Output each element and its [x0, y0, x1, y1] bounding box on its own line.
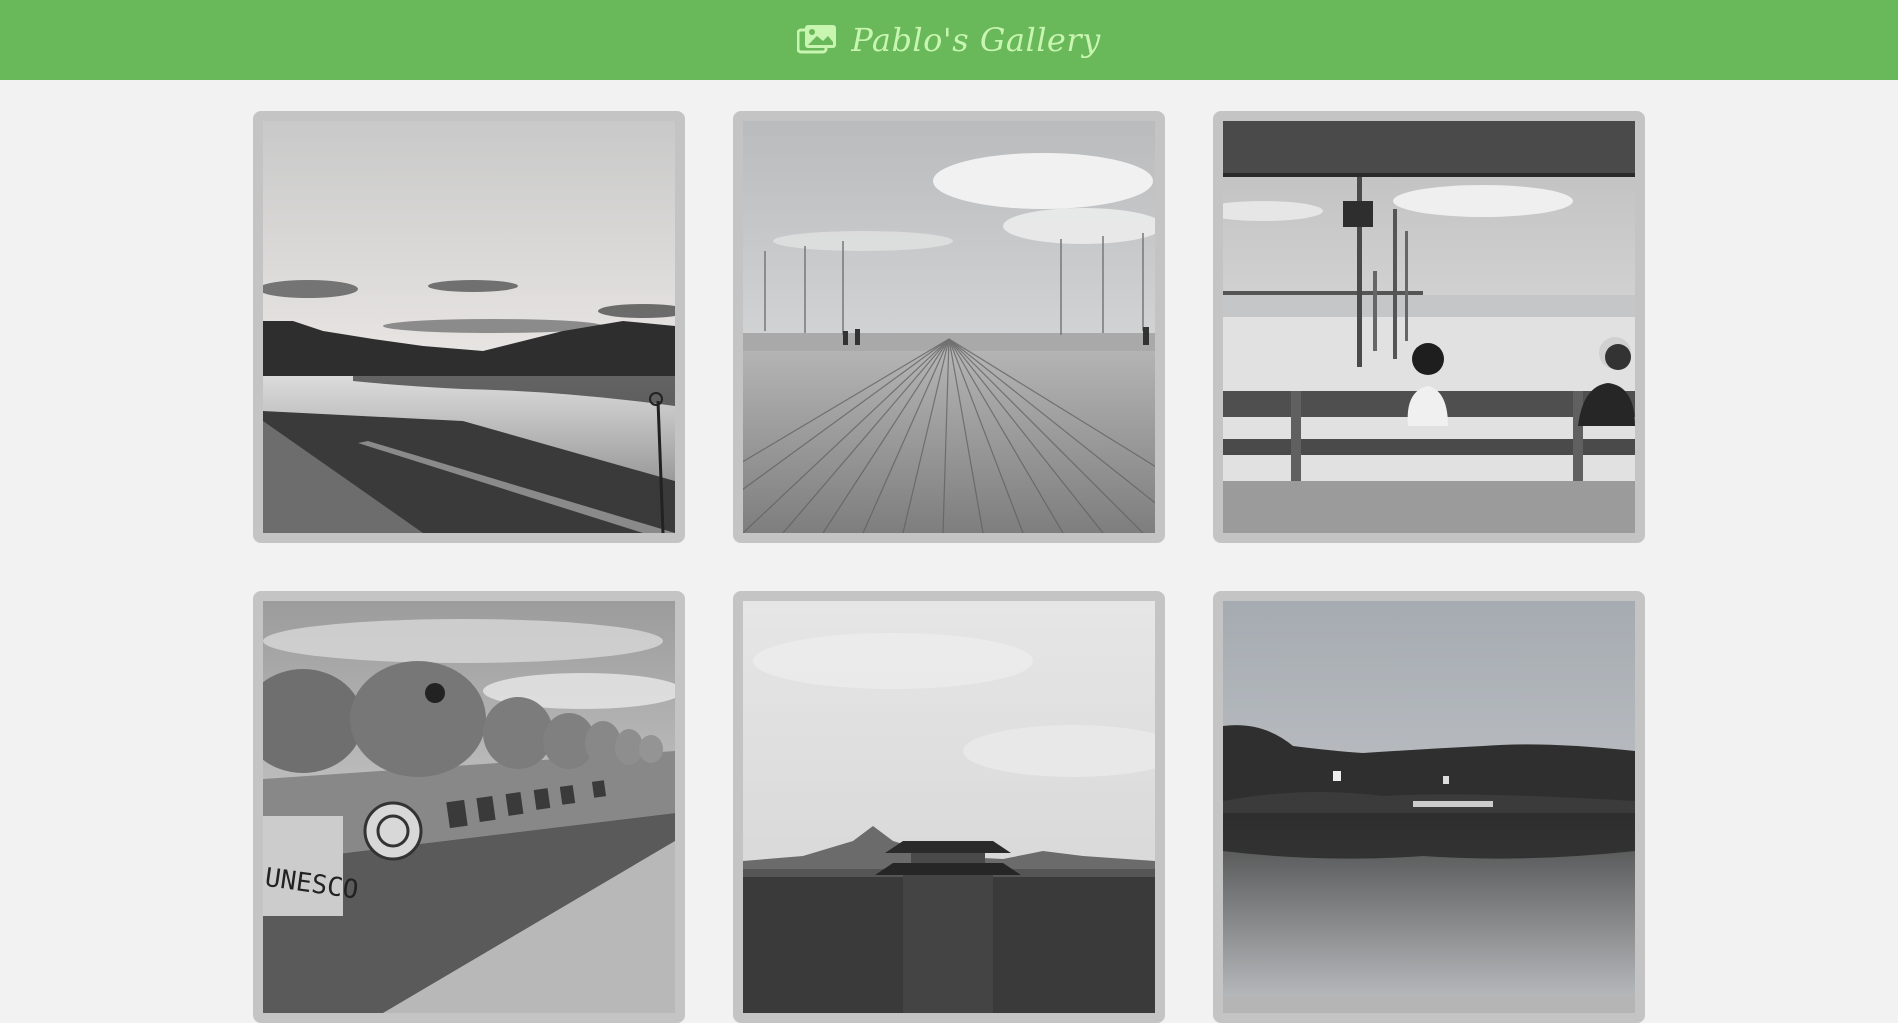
stone-monument-photo: UNESCO: [263, 601, 675, 1013]
page-title: Pablo's Gallery: [851, 21, 1101, 59]
gallery-card[interactable]: [733, 591, 1165, 1023]
wooden-pier-photo: [743, 121, 1155, 533]
brand-link[interactable]: Pablo's Gallery: [797, 21, 1100, 59]
top-bar: Pablo's Gallery: [0, 0, 1898, 80]
images-icon: [797, 25, 837, 54]
gallery-card[interactable]: [1213, 111, 1645, 543]
beach-bench-photo: [1223, 121, 1635, 533]
lake-hills-photo: [1223, 601, 1635, 1013]
gallery-card[interactable]: [1213, 591, 1645, 1023]
gallery-card[interactable]: [253, 111, 685, 543]
river-sunset-photo: [263, 121, 675, 533]
gallery-grid: UNESCO: [253, 111, 1645, 1023]
gallery-card[interactable]: [733, 111, 1165, 543]
gallery-card[interactable]: UNESCO: [253, 591, 685, 1023]
palace-mountain-photo: [743, 601, 1155, 1013]
